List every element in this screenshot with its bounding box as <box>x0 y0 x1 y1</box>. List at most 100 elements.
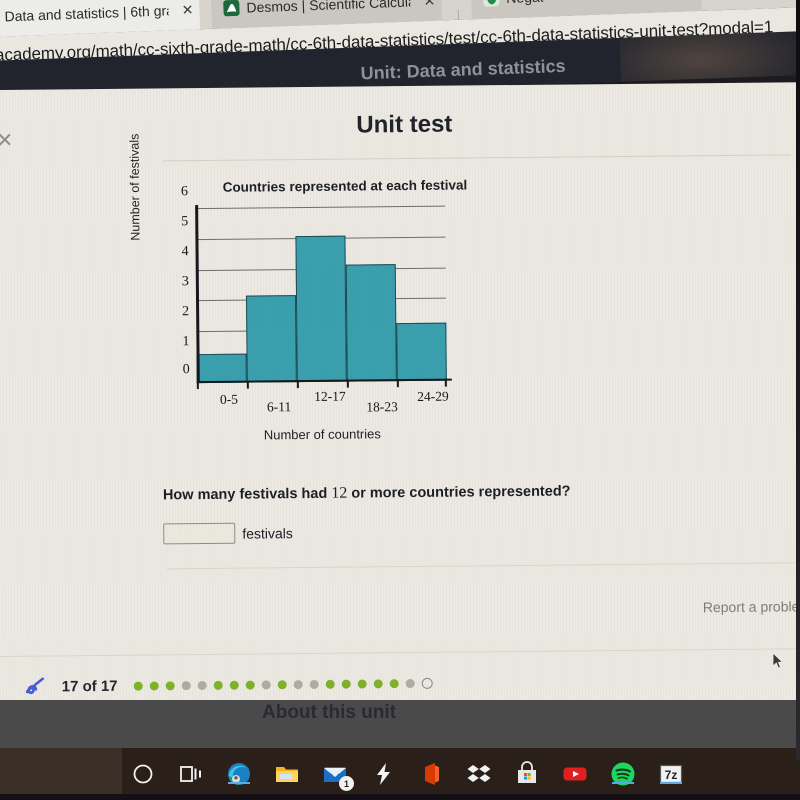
mail-badge-count: 1 <box>339 776 354 791</box>
task-view-icon[interactable] <box>178 761 204 787</box>
background-page-behind: About this unit <box>0 700 800 750</box>
chart-bar <box>245 294 297 383</box>
progress-dot-current[interactable] <box>421 677 433 689</box>
chart-bar <box>396 322 447 382</box>
progress-dot[interactable] <box>325 679 335 689</box>
edge-browser-icon[interactable] <box>217 748 261 800</box>
search-icon[interactable] <box>130 761 156 787</box>
report-problem-link[interactable]: Report a problem <box>703 598 800 615</box>
close-icon[interactable]: ✕ <box>423 0 435 10</box>
chart-y-tick: 2 <box>182 304 190 320</box>
office-icon[interactable] <box>418 761 444 787</box>
progress-dot[interactable] <box>245 680 255 690</box>
screen-bezel-bottom <box>0 794 800 800</box>
khan-academy-icon <box>482 0 500 7</box>
taskbar-active-underline <box>660 782 682 784</box>
progress-dot[interactable] <box>309 679 319 689</box>
chart-x-tick-mark <box>396 379 399 388</box>
chart-x-tick-mark <box>346 379 349 388</box>
chart-bar <box>295 235 347 383</box>
chart-bar <box>196 353 247 384</box>
progress-dot[interactable] <box>357 678 367 689</box>
chart-x-tick-mark <box>444 378 447 387</box>
browser-tab-title: Data and statistics | 6th grade | K <box>4 2 170 25</box>
progress-bar: 17 of 17 <box>0 662 800 704</box>
windows-taskbar: 1 7z <box>0 748 800 800</box>
chart-title: Countries represented at each festival <box>222 177 468 195</box>
question-text: How many festivals had 12 or more countr… <box>163 482 571 504</box>
mouse-cursor <box>772 652 784 670</box>
progress-dot[interactable] <box>261 679 271 689</box>
taskbar-icon-row: 1 7z <box>130 748 684 800</box>
progress-dot[interactable] <box>229 680 239 690</box>
file-explorer-icon[interactable] <box>274 761 300 787</box>
progress-count: 17 of 17 <box>61 677 118 695</box>
chart-x-tick: 18-23 <box>366 399 398 415</box>
chart-x-tick-mark <box>246 380 249 389</box>
progress-dot[interactable] <box>405 678 415 688</box>
microsoft-store-icon[interactable] <box>514 761 540 787</box>
divider <box>0 648 800 657</box>
taskbar-active-underline <box>228 782 250 784</box>
question-number: 12 <box>331 484 348 502</box>
chart-x-tick: 12-17 <box>314 388 346 404</box>
dropbox-icon[interactable] <box>466 761 492 787</box>
close-icon[interactable]: ✕ <box>181 1 193 18</box>
browser-tab-title: Desmos | Scientific Calculator <box>246 0 411 16</box>
progress-dots <box>133 677 433 691</box>
divider <box>162 154 791 162</box>
chart-x-tick-mark <box>196 381 199 390</box>
question-part-1: How many festivals had <box>162 485 332 504</box>
progress-dot[interactable] <box>149 680 159 691</box>
chart-x-axis-label: Number of countries <box>263 426 381 443</box>
youtube-icon[interactable] <box>562 761 588 787</box>
taskbar-active-underline <box>612 782 634 784</box>
chart-y-tick: 5 <box>181 214 189 230</box>
lightning-icon[interactable] <box>370 761 396 787</box>
svg-text:7z: 7z <box>665 768 678 782</box>
progress-dot[interactable] <box>293 679 303 689</box>
exercise-panel: ✕ Unit test Countries represented at eac… <box>0 82 800 715</box>
histogram-chart: Countries represented at each festival N… <box>127 134 483 450</box>
energy-points-icon <box>24 676 50 696</box>
chart-y-tick: 1 <box>182 333 190 349</box>
chart-x-tick: 0-5 <box>219 391 239 407</box>
progress-dot[interactable] <box>165 680 175 690</box>
chart-y-axis-label: Number of festivals <box>127 133 143 241</box>
mail-icon[interactable]: 1 <box>322 761 354 791</box>
progress-dot[interactable] <box>277 679 287 689</box>
screenshot-root: Data and statistics | 6th grade | K ✕ De… <box>0 0 800 800</box>
about-this-unit-heading: About this unit <box>262 702 397 723</box>
chart-y-tick: 6 <box>180 183 189 199</box>
chart-y-tick: 4 <box>181 244 189 260</box>
chart-y-tick: 3 <box>181 274 189 290</box>
gridline <box>195 206 446 210</box>
chart-x-tick: 24-29 <box>417 388 449 404</box>
chart-x-tick: 6-11 <box>266 399 292 415</box>
progress-dot[interactable] <box>373 678 383 688</box>
chart-bar <box>345 264 397 382</box>
desmos-icon <box>223 0 240 17</box>
spotify-icon[interactable] <box>610 761 636 787</box>
chart-plot-area: 0 1 2 3 4 5 6 <box>181 184 452 390</box>
page-title: Unit test <box>356 110 453 139</box>
progress-dot[interactable] <box>389 678 399 688</box>
unit-label: Unit: Data and statistics <box>360 55 566 84</box>
screen-bezel-right <box>796 0 800 760</box>
chart-x-tick-mark <box>296 380 299 389</box>
divider <box>166 562 795 570</box>
question-part-2: or more countries represented? <box>347 483 571 502</box>
7zip-icon[interactable]: 7z <box>658 761 684 787</box>
answer-row: festivals <box>163 522 293 545</box>
chart-y-tick: 0 <box>182 362 190 378</box>
progress-dot[interactable] <box>197 680 207 690</box>
chart-y-axis <box>195 205 200 384</box>
answer-unit-label: festivals <box>242 524 293 542</box>
browser-tab-title: Negat <box>506 0 544 6</box>
taskbar-left-region <box>0 748 122 800</box>
progress-dot[interactable] <box>181 680 191 690</box>
answer-input[interactable] <box>163 522 236 545</box>
progress-dot[interactable] <box>213 680 223 690</box>
progress-dot[interactable] <box>341 679 351 689</box>
progress-dot[interactable] <box>133 681 143 691</box>
